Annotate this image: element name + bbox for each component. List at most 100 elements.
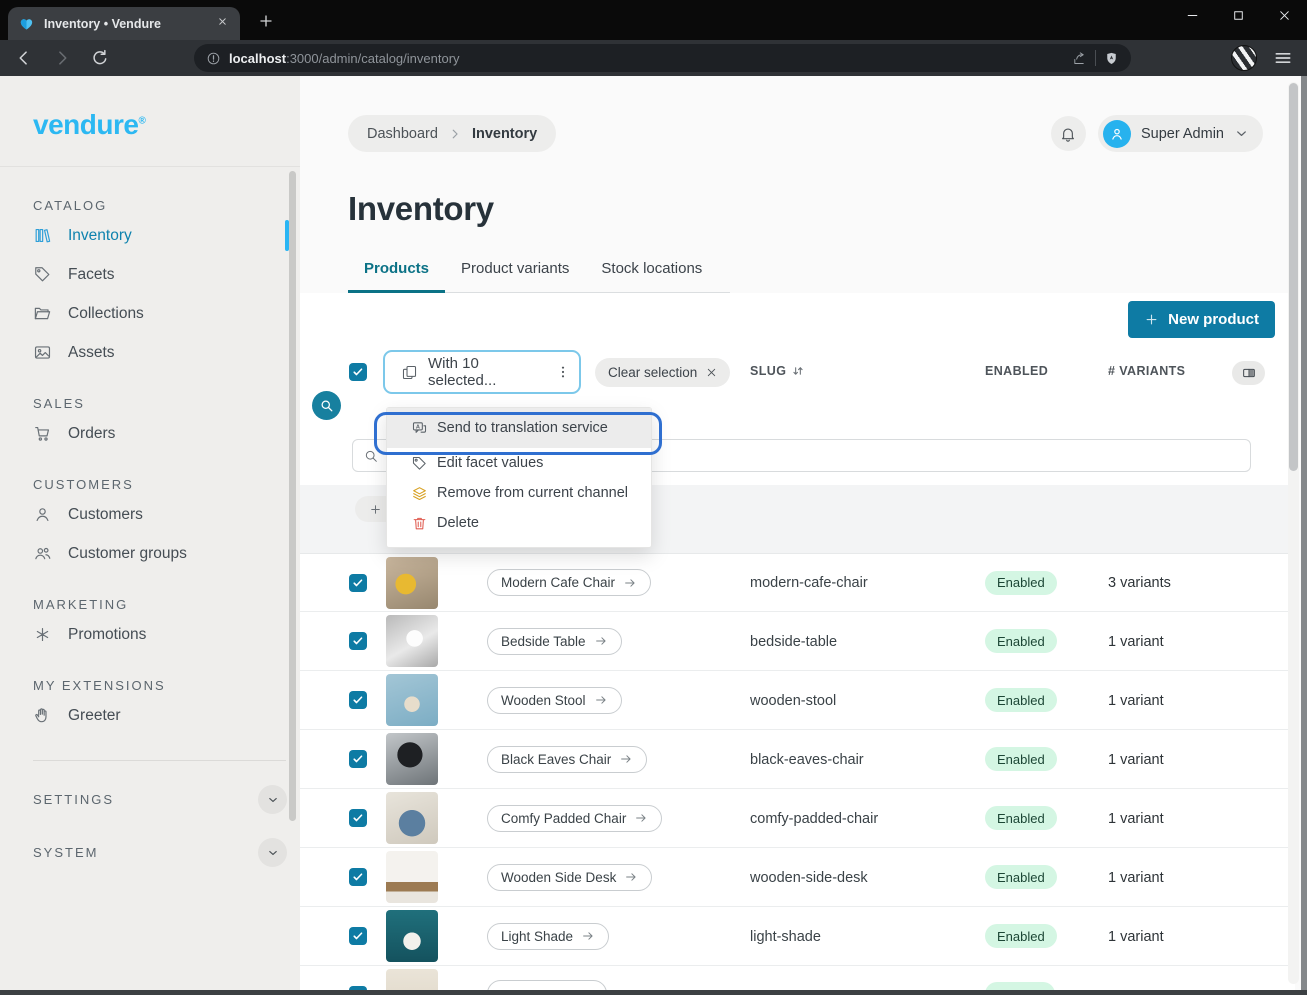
select-all-checkbox[interactable]	[349, 363, 367, 381]
reload-icon[interactable]	[90, 48, 110, 68]
search-toggle-button[interactable]	[312, 391, 341, 420]
row-checkbox[interactable]	[349, 927, 367, 945]
product-thumbnail	[386, 792, 438, 844]
browser-tabstrip: Inventory • Vendure	[0, 0, 1307, 40]
sidebar-nav: CATALOGInventoryFacetsCollectionsAssetsS…	[0, 166, 300, 867]
product-link[interactable]: Wooden Stool	[487, 687, 622, 714]
columns-icon	[1241, 365, 1257, 381]
copy-icon	[401, 364, 418, 381]
product-slug: wooden-stool	[750, 693, 836, 709]
menu-item-delete[interactable]: Delete	[387, 508, 651, 538]
sidebar-section-label: SYSTEM	[33, 845, 98, 860]
sidebar-section-label: CUSTOMERS	[33, 477, 287, 492]
window-minimize-button[interactable]	[1169, 0, 1215, 31]
tab-product-variants[interactable]: Product variants	[445, 256, 585, 292]
sidebar-section-settings[interactable]: SETTINGS	[33, 785, 287, 814]
row-checkbox[interactable]	[349, 868, 367, 886]
arrow-right-icon	[624, 870, 638, 884]
sidebar-item-customers[interactable]: Customers	[33, 498, 287, 531]
table-row: Bedside Tablebedside-tableEnabled1 varia…	[300, 612, 1295, 671]
browser-tab-title: Inventory • Vendure	[44, 17, 205, 31]
row-checkbox[interactable]	[349, 809, 367, 827]
bulk-actions-button[interactable]: With 10 selected...	[383, 350, 581, 394]
clear-selection-button[interactable]: Clear selection	[595, 358, 730, 387]
sidebar-section-system[interactable]: SYSTEM	[33, 838, 287, 867]
variant-count: 1 variant	[1108, 634, 1164, 650]
browser-menu-icon[interactable]	[1273, 48, 1293, 68]
browser-tab[interactable]: Inventory • Vendure	[8, 7, 240, 40]
notifications-button[interactable]	[1051, 116, 1086, 151]
browser-profile-avatar[interactable]	[1231, 45, 1257, 71]
brave-shield-icon[interactable]	[1104, 51, 1119, 66]
menu-item-send-to-translation-service[interactable]: ASend to translation service	[387, 408, 651, 448]
product-link[interactable]: Modern Cafe Chair	[487, 569, 651, 596]
collections-icon	[33, 304, 52, 323]
sidebar-item-inventory[interactable]: Inventory	[33, 219, 287, 252]
page-scrollbar[interactable]	[1288, 82, 1299, 984]
bell-icon	[1059, 125, 1077, 143]
tag-icon	[411, 455, 428, 472]
new-product-button[interactable]: New product	[1128, 301, 1275, 338]
sidebar-item-orders[interactable]: Orders	[33, 417, 287, 450]
product-link[interactable]	[487, 980, 607, 990]
share-icon[interactable]	[1072, 51, 1087, 66]
window-maximize-button[interactable]	[1215, 0, 1261, 31]
sidebar-item-label: Greeter	[68, 707, 121, 725]
assets-icon	[33, 343, 52, 362]
window-bottom-edge	[0, 990, 1307, 995]
page-scrollbar-thumb[interactable]	[1289, 83, 1298, 471]
tab-stock-locations[interactable]: Stock locations	[585, 256, 718, 292]
menu-item-remove-from-current-channel[interactable]: Remove from current channel	[387, 478, 651, 508]
row-checkbox[interactable]	[349, 691, 367, 709]
product-link[interactable]: Comfy Padded Chair	[487, 805, 662, 832]
column-picker-button[interactable]	[1232, 361, 1265, 385]
user-menu[interactable]: Super Admin	[1098, 115, 1263, 152]
tab-close-icon[interactable]	[214, 16, 230, 32]
forward-icon[interactable]	[52, 48, 72, 68]
variant-count: 1 variant	[1108, 752, 1164, 768]
product-link[interactable]: Bedside Table	[487, 628, 622, 655]
row-checkbox[interactable]	[349, 574, 367, 592]
sidebar-item-promotions[interactable]: Promotions	[33, 618, 287, 651]
sidebar-item-customer-groups[interactable]: Customer groups	[33, 537, 287, 570]
row-checkbox[interactable]	[349, 632, 367, 650]
product-link[interactable]: Light Shade	[487, 923, 609, 950]
menu-item-label: Delete	[437, 515, 479, 531]
row-checkbox[interactable]	[349, 750, 367, 768]
sidebar-item-assets[interactable]: Assets	[33, 336, 287, 369]
sidebar-item-greeter[interactable]: Greeter	[33, 699, 287, 732]
table-row: Modern Cafe Chairmodern-cafe-chairEnable…	[300, 553, 1295, 612]
sidebar-item-collections[interactable]: Collections	[33, 297, 287, 330]
product-name: Wooden Stool	[501, 693, 586, 708]
expand-settings-button[interactable]	[258, 785, 287, 814]
breadcrumb[interactable]: Dashboard Inventory	[348, 115, 556, 152]
sidebar-item-label: Assets	[68, 344, 115, 362]
vendure-logo: vendure®	[0, 76, 300, 141]
check-icon	[352, 635, 364, 647]
site-info-icon[interactable]	[206, 51, 221, 66]
product-thumbnail	[386, 910, 438, 962]
product-link[interactable]: Black Eaves Chair	[487, 746, 647, 773]
user-icon	[1109, 126, 1125, 142]
sidebar-scrollbar[interactable]	[289, 171, 296, 821]
sidebar-section-label: SETTINGS	[33, 792, 114, 807]
breadcrumb-dashboard[interactable]: Dashboard	[367, 126, 438, 142]
user-avatar	[1103, 120, 1131, 148]
column-header-slug[interactable]: SLUG	[750, 364, 805, 378]
promotions-icon	[33, 625, 52, 644]
products-card: New product With 10 selected... Clear se…	[300, 293, 1295, 990]
product-link[interactable]: Wooden Side Desk	[487, 864, 652, 891]
sidebar-section-label: MY EXTENSIONS	[33, 678, 287, 693]
sidebar-item-facets[interactable]: Facets	[33, 258, 287, 291]
kebab-menu-icon	[555, 364, 571, 380]
product-slug: bedside-table	[750, 634, 837, 650]
sidebar-item-label: Promotions	[68, 626, 146, 644]
new-tab-icon[interactable]	[258, 13, 274, 29]
url-bar[interactable]: localhost:3000/admin/catalog/inventory	[194, 44, 1131, 72]
tab-products[interactable]: Products	[348, 256, 445, 292]
expand-system-button[interactable]	[258, 838, 287, 867]
product-name: Black Eaves Chair	[501, 752, 611, 767]
window-close-button[interactable]	[1261, 0, 1307, 31]
menu-item-edit-facet-values[interactable]: Edit facet values	[387, 448, 651, 478]
back-icon[interactable]	[14, 48, 34, 68]
